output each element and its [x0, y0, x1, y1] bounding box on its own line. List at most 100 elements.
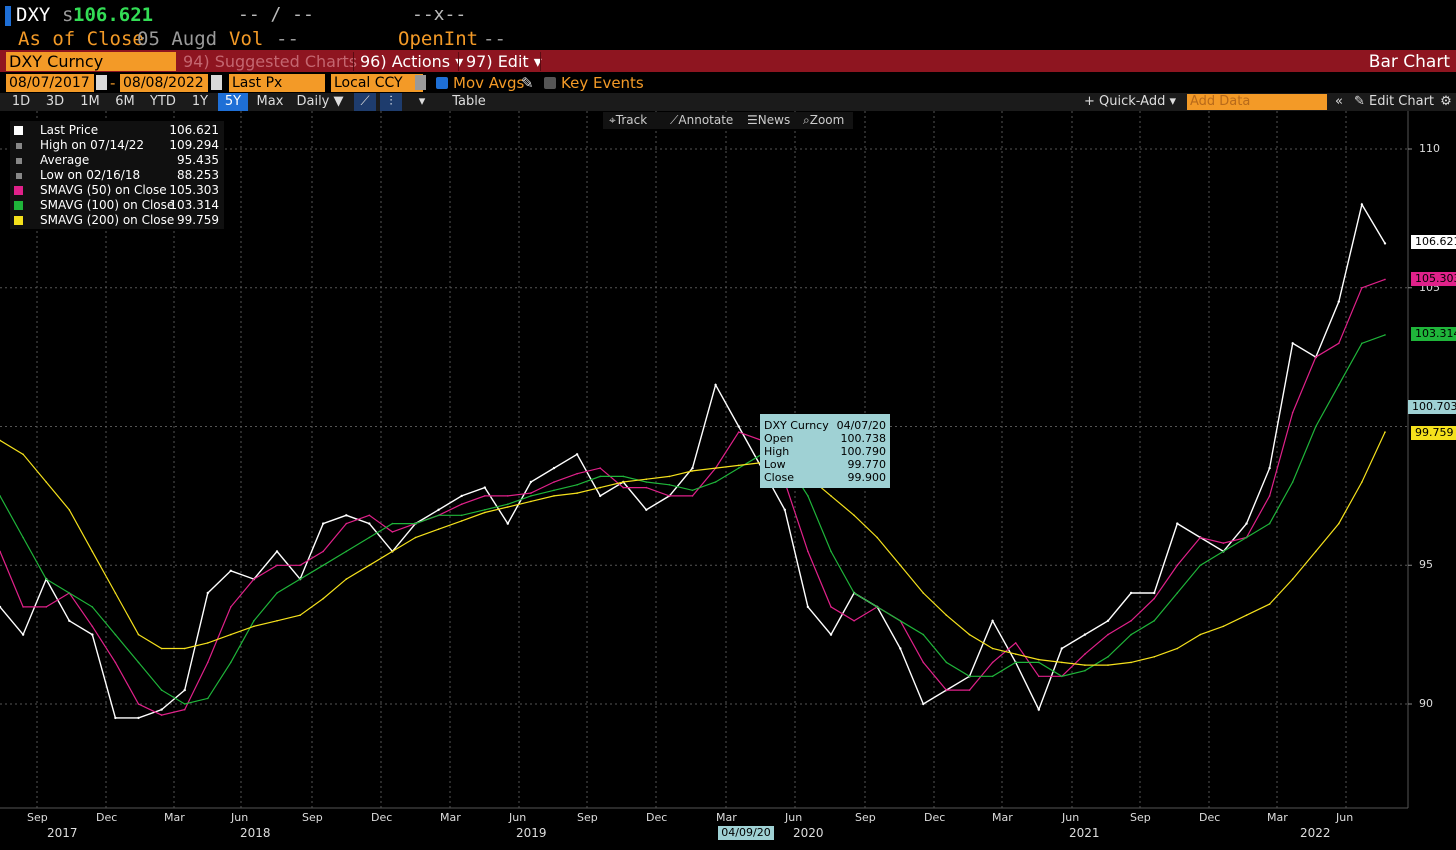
data-point	[807, 550, 809, 553]
data-point	[1383, 242, 1387, 245]
data-point	[1199, 564, 1202, 567]
data-point	[622, 475, 625, 478]
edit-chart-button[interactable]: ✎ Edit Chart	[1352, 93, 1436, 111]
calendar-icon[interactable]	[211, 75, 222, 90]
bar-chart-icon[interactable]: ⫶	[380, 93, 402, 111]
data-point	[1061, 675, 1063, 678]
data-point	[853, 592, 855, 594]
data-point	[714, 467, 717, 469]
zoom-tool[interactable]: ⌕ Zoom	[803, 112, 844, 129]
data-point	[599, 494, 602, 498]
frequency-select[interactable]: Daily ▼	[292, 93, 348, 111]
track-tool[interactable]: ⌖ Track	[609, 112, 647, 129]
x-month-label: Dec	[646, 811, 668, 824]
data-point	[21, 633, 25, 636]
pencil-icon[interactable]: ✎	[521, 74, 534, 92]
gear-icon[interactable]: ⚙	[1438, 93, 1454, 111]
data-point	[1060, 647, 1064, 650]
legend-row[interactable]: Average 95.435	[10, 153, 224, 168]
data-point	[1153, 656, 1155, 658]
legend-label: SMAVG (50) on Close	[40, 183, 167, 197]
add-data-input[interactable]: Add Data	[1187, 94, 1327, 110]
chart-legend[interactable]: Last Price 106.621 High on 07/14/22 109.294…	[10, 121, 224, 229]
legend-row[interactable]: High on 07/14/22 109.294	[10, 138, 224, 153]
field-select[interactable]: Last Px	[229, 74, 325, 92]
tooltip-header: DXY Curncy 04/07/20	[764, 419, 886, 432]
data-point	[230, 606, 232, 608]
end-date-field[interactable]: 08/08/2022	[120, 74, 208, 92]
x-month-label: Jun	[1062, 811, 1080, 824]
suggested-charts-button[interactable]: 94) Suggested Charts	[183, 52, 357, 71]
data-point	[299, 578, 301, 580]
data-point	[829, 633, 833, 636]
tooltip-row: Low 99.770	[764, 458, 886, 471]
data-point	[1291, 342, 1294, 345]
period-5y-button[interactable]: 5Y	[218, 93, 248, 111]
data-point	[1176, 592, 1179, 594]
period-1d-button[interactable]: 1D	[6, 93, 36, 111]
line-chart-icon[interactable]: ⟋	[354, 93, 376, 111]
data-point	[91, 606, 94, 608]
data-point	[114, 592, 117, 594]
data-point	[1222, 550, 1225, 553]
legend-row[interactable]: SMAVG (100) on Close 103.314	[10, 198, 224, 213]
data-point	[830, 550, 832, 553]
legend-row[interactable]: Low on 02/16/18 88.253	[10, 168, 224, 183]
data-point	[506, 522, 509, 525]
data-point	[160, 714, 163, 716]
data-point	[230, 633, 232, 636]
data-point	[137, 633, 140, 636]
data-point	[460, 503, 463, 506]
data-point	[1199, 633, 1202, 636]
currency-select[interactable]: Local CCY	[331, 74, 423, 92]
calendar-icon[interactable]	[96, 75, 107, 90]
data-point	[576, 492, 578, 494]
legend-value: 109.294	[169, 138, 219, 152]
legend-row[interactable]: SMAVG (200) on Close 99.759	[10, 213, 224, 228]
legend-row[interactable]: SMAVG (50) on Close 105.303	[10, 183, 224, 198]
legend-row[interactable]: Last Price 106.621	[10, 123, 224, 138]
data-point	[1338, 384, 1340, 386]
security-field[interactable]: DXY Curncy	[6, 52, 176, 71]
period-1y-button[interactable]: 1Y	[186, 93, 214, 111]
period-3d-button[interactable]: 3D	[40, 93, 70, 111]
period-1m-button[interactable]: 1M	[74, 93, 106, 111]
data-point	[345, 550, 348, 553]
data-point	[1153, 597, 1155, 600]
collapse-icon[interactable]: «	[1330, 93, 1348, 111]
price-prefix: s	[62, 4, 74, 26]
data-point	[183, 708, 186, 711]
tooltip-label: Close	[764, 471, 794, 484]
data-point	[553, 489, 555, 492]
ticker-symbol[interactable]: DXY	[16, 4, 50, 26]
quick-add-button[interactable]: + Quick-Add ▾	[1078, 93, 1182, 111]
tooltip-row: Close 99.900	[764, 471, 886, 484]
mov-avgs-checkbox[interactable]	[436, 77, 448, 89]
chevron-down-icon[interactable]	[415, 75, 426, 90]
actions-menu[interactable]: 96) Actions ▾	[360, 52, 463, 71]
chevron-down-icon[interactable]: ▾	[412, 93, 432, 111]
key-events-checkbox[interactable]	[544, 77, 556, 89]
data-tooltip: DXY Curncy 04/07/20 Open 100.738 High 100.…	[760, 414, 890, 488]
data-point	[1222, 625, 1225, 628]
data-point	[91, 633, 94, 636]
data-point	[714, 383, 717, 387]
data-point	[229, 569, 232, 572]
legend-label: High on 07/14/22	[40, 138, 145, 152]
crosshair-date-tag: 04/09/20	[718, 826, 774, 840]
annotate-tool[interactable]: ⟋ Annotate	[670, 112, 733, 129]
data-point	[945, 689, 948, 691]
table-button[interactable]: Table	[440, 93, 498, 111]
data-point	[853, 514, 855, 517]
data-point	[645, 508, 648, 511]
data-point	[1176, 564, 1179, 567]
start-date-field[interactable]: 08/07/2017	[6, 74, 94, 92]
data-point	[830, 495, 832, 497]
period-ytd-button[interactable]: YTD	[145, 93, 181, 111]
news-label: News	[757, 113, 791, 127]
data-point	[68, 619, 71, 622]
edit-menu[interactable]: 97) Edit ▾	[466, 52, 542, 71]
period-max-button[interactable]: Max	[252, 93, 288, 111]
period-6m-button[interactable]: 6M	[109, 93, 141, 111]
news-tool[interactable]: ☰ News	[747, 112, 790, 129]
